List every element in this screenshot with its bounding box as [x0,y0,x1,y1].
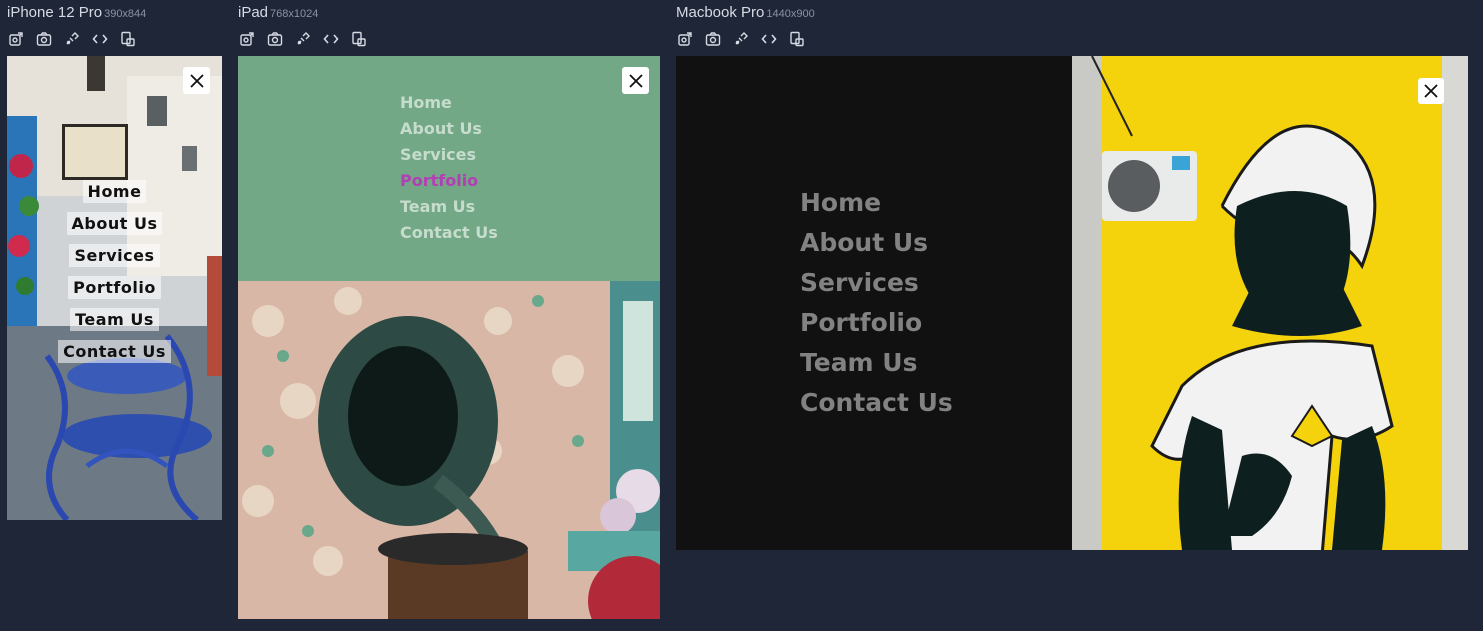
inspect-icon[interactable] [294,30,312,48]
nav-item-team-us[interactable]: Team Us [800,348,953,378]
nav-item-portfolio[interactable]: Portfolio [400,170,498,191]
screenshot-icon[interactable] [704,30,722,48]
nav-item-contact-us[interactable]: Contact Us [800,388,953,418]
nav-item-portfolio[interactable]: Portfolio [800,308,953,338]
screenshot-icon[interactable] [266,30,284,48]
device-size: 390x844 [104,8,147,20]
nav-item-contact-us[interactable]: Contact Us [400,222,498,243]
inspect-icon[interactable] [732,30,750,48]
iphone-viewport: Home About Us Services Portfolio Team Us… [7,56,222,520]
device-name: iPad [238,4,269,21]
code-icon[interactable] [760,30,778,48]
layout-icon[interactable] [119,30,137,48]
device-header: Macbook Pro 1440x900 [676,4,815,22]
nav-item-team-us[interactable]: Team Us [400,196,498,217]
tablet-nav-menu: Home About Us Services Portfolio Team Us… [400,92,498,243]
close-button[interactable] [1418,78,1444,104]
device-toolbar [7,30,137,48]
desktop-menu-panel: Home About Us Services Portfolio Team Us… [676,56,1072,550]
nav-item-portfolio[interactable]: Portfolio [68,276,161,299]
nav-item-home[interactable]: Home [800,188,953,218]
device-toolbar [238,30,368,48]
code-icon[interactable] [322,30,340,48]
close-icon [189,73,204,88]
device-name: iPhone 12 Pro [7,4,103,21]
rotate-icon[interactable] [238,30,256,48]
rotate-icon[interactable] [676,30,694,48]
nav-item-services[interactable]: Services [800,268,953,298]
ipad-viewport: Home About Us Services Portfolio Team Us… [238,56,660,619]
device-toolbar [676,30,806,48]
nav-item-home[interactable]: Home [82,180,147,203]
layout-icon[interactable] [788,30,806,48]
desktop-nav-menu: Home About Us Services Portfolio Team Us… [800,188,953,418]
nav-item-services[interactable]: Services [400,144,498,165]
device-header: iPhone 12 Pro 390x844 [7,4,146,22]
device-header: iPad 768x1024 [238,4,318,22]
mobile-nav-menu: Home About Us Services Portfolio Team Us… [7,180,222,363]
layout-icon[interactable] [350,30,368,48]
tablet-menu-panel: Home About Us Services Portfolio Team Us… [238,56,660,281]
nav-item-about-us[interactable]: About Us [800,228,953,258]
code-icon[interactable] [91,30,109,48]
macbook-viewport: Home About Us Services Portfolio Team Us… [676,56,1468,550]
street-art-photo [1072,56,1468,550]
device-size: 768x1024 [270,8,319,20]
nav-item-about-us[interactable]: About Us [400,118,498,139]
rotate-icon[interactable] [7,30,25,48]
screenshot-icon[interactable] [35,30,53,48]
close-icon [1424,84,1438,98]
device-size: 1440x900 [766,8,815,20]
inspect-icon[interactable] [63,30,81,48]
nav-item-about-us[interactable]: About Us [66,212,163,235]
nav-item-contact-us[interactable]: Contact Us [58,340,171,363]
close-icon [628,73,643,88]
close-button[interactable] [622,67,649,94]
nav-item-services[interactable]: Services [69,244,160,267]
nav-item-home[interactable]: Home [400,92,498,113]
nav-item-team-us[interactable]: Team Us [70,308,159,331]
gramophone-photo [238,281,660,619]
close-button[interactable] [183,67,210,94]
device-name: Macbook Pro [676,4,765,21]
